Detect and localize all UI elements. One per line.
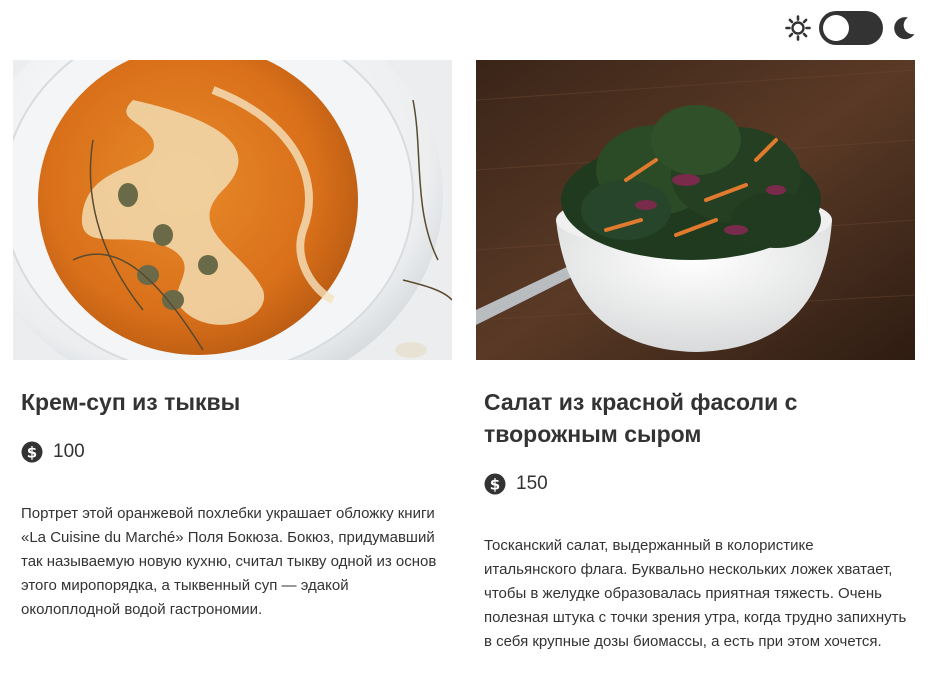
dish-card: Салат из красной фасоли с творожным сыро… xyxy=(476,60,915,654)
dollar-coin-icon: $ xyxy=(484,473,506,495)
dish-card-list: Крем-суп из тыквы $ 100 Портрет этой ора… xyxy=(13,60,916,654)
dish-card: Крем-суп из тыквы $ 100 Портрет этой ора… xyxy=(13,60,452,654)
moon-icon xyxy=(891,15,917,41)
sun-icon xyxy=(785,15,811,41)
svg-text:$: $ xyxy=(490,476,500,494)
dish-description: Тосканский салат, выдержанный в колорист… xyxy=(484,537,907,650)
dish-price: $ 100 xyxy=(21,438,444,466)
dish-image-salad xyxy=(476,60,915,360)
dish-price: $ 150 xyxy=(484,470,907,498)
dish-description: Портрет этой оранжевой похлебки украшает… xyxy=(21,505,437,618)
dish-card-body: Салат из красной фасоли с творожным сыро… xyxy=(476,386,915,654)
dish-price-value: 100 xyxy=(53,441,85,462)
dish-title: Крем-суп из тыквы xyxy=(21,389,241,415)
dish-price-value: 150 xyxy=(516,473,548,494)
theme-toggle[interactable] xyxy=(819,11,883,45)
dish-title: Салат из красной фасоли с творожным сыро… xyxy=(484,389,798,447)
dish-image-soup xyxy=(13,60,452,360)
toggle-knob xyxy=(823,15,849,41)
dish-card-body: Крем-суп из тыквы $ 100 Портрет этой ора… xyxy=(13,386,452,622)
svg-text:$: $ xyxy=(27,444,37,462)
theme-switcher xyxy=(785,10,917,46)
dollar-coin-icon: $ xyxy=(21,441,43,463)
